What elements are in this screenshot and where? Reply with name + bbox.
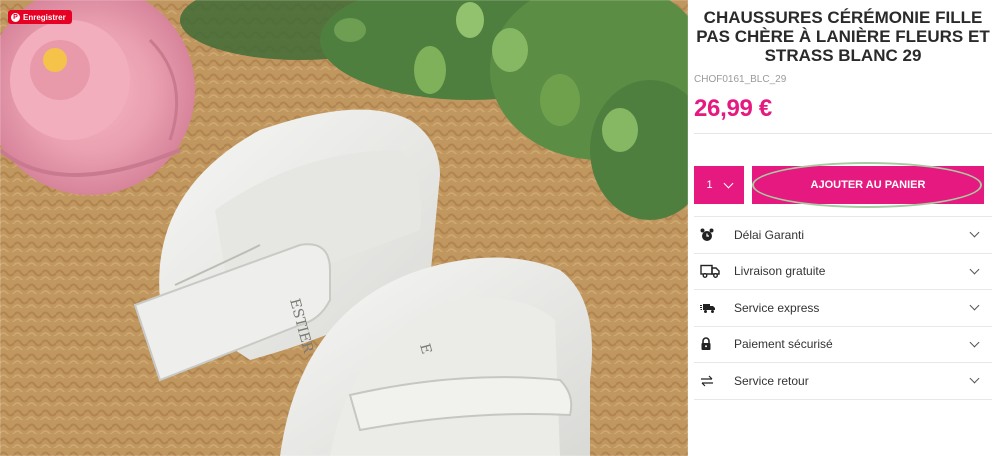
delivery-truck-icon [700, 263, 722, 279]
chevron-down-icon [969, 300, 980, 311]
chevron-down-icon [969, 373, 980, 384]
product-photo[interactable]: E ESTIER P Enregistrer [0, 0, 688, 456]
product-price: 26,99 € [694, 95, 772, 122]
accordion-item-service-express[interactable]: Service express [694, 290, 992, 327]
quantity-select[interactable]: 1 [694, 166, 744, 204]
accordion-item-delai-garanti[interactable]: Délai Garanti [694, 217, 992, 254]
product-title: CHAUSSURES CÉRÉMONIE FILLE PAS CHÈRE À L… [696, 8, 990, 65]
chevron-down-icon [969, 264, 980, 275]
lock-icon [700, 336, 722, 352]
accordion-item-service-retour[interactable]: Service retour [694, 363, 992, 400]
product-sku: CHOF0161_BLC_29 [694, 74, 787, 85]
pinterest-save-button[interactable]: P Enregistrer [8, 10, 72, 24]
exchange-arrows-icon [700, 373, 722, 389]
accordion-label: Service express [734, 300, 820, 315]
accordion-label: Délai Garanti [734, 227, 805, 242]
alarm-clock-icon [700, 227, 722, 243]
quantity-value: 1 [706, 179, 713, 191]
accordion-label: Paiement sécurisé [734, 337, 833, 352]
add-to-cart-button[interactable]: AJOUTER AU PANIER [752, 162, 984, 208]
chevron-down-icon [969, 337, 980, 348]
add-to-cart-label: AJOUTER AU PANIER [810, 179, 926, 191]
accordion-label: Service retour [734, 373, 809, 388]
chevron-down-icon [723, 178, 734, 188]
chevron-down-icon [969, 227, 980, 238]
pinterest-icon: P [11, 12, 20, 22]
pinterest-save-label: Enregistrer [23, 12, 66, 22]
express-truck-icon [700, 300, 722, 316]
service-accordion: Délai Garanti Livraison gratuite Service… [694, 216, 992, 400]
accordion-label: Livraison gratuite [734, 264, 826, 279]
product-info-panel: CHAUSSURES CÉRÉMONIE FILLE PAS CHÈRE À L… [694, 0, 992, 400]
accordion-item-livraison-gratuite[interactable]: Livraison gratuite [694, 254, 992, 290]
shoe-photo-illustration: E ESTIER [0, 0, 688, 456]
product-page: E ESTIER P Enregistrer CHAUSSURES CÉRÉMO… [0, 0, 1000, 456]
add-to-cart-row: 1 AJOUTER AU PANIER [694, 162, 992, 208]
accordion-item-paiement-securise[interactable]: Paiement sécurisé [694, 327, 992, 363]
divider [694, 133, 992, 134]
